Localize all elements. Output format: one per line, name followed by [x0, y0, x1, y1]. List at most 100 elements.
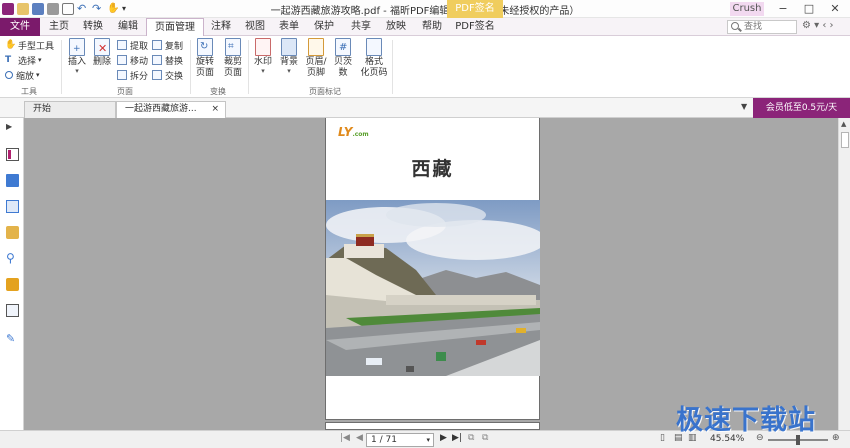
previous-view-icon[interactable]: ⧉ — [468, 433, 474, 443]
group-label-page-marks: 页面标记 — [309, 87, 341, 96]
pages-thumbnail-icon[interactable] — [6, 174, 19, 187]
replace-page-button[interactable]: 替换 — [152, 53, 183, 67]
tab-page-management[interactable]: 页面管理 — [146, 18, 204, 37]
attachments-icon[interactable]: ⚲ — [6, 252, 19, 265]
window-controls: − □ ✕ — [770, 0, 848, 18]
page-number-field[interactable]: 1 / 71 ▾ — [366, 433, 434, 447]
tab-comment[interactable]: 注释 — [206, 18, 236, 36]
header-footer-button[interactable]: 页眉/ 页脚 — [304, 38, 328, 79]
expand-panel-icon[interactable]: ▶ — [6, 122, 19, 135]
search-placeholder: 查找 — [744, 22, 763, 32]
tab-edit[interactable]: 编辑 — [113, 18, 143, 36]
watermark-button[interactable]: 水印 ▾ — [252, 38, 274, 75]
scroll-up-icon[interactable]: ▲ — [841, 120, 846, 128]
swap-page-button[interactable]: 交换 — [152, 68, 183, 82]
ribbon-separator — [392, 40, 393, 94]
page-heading: 西藏 — [411, 158, 454, 180]
next-page-icon[interactable]: ▶ — [440, 433, 447, 443]
delete-page-button[interactable]: ✕ 删除 — [91, 38, 113, 68]
next-view-icon[interactable]: ⧉ — [482, 433, 488, 443]
tab-view[interactable]: 视图 — [240, 18, 270, 36]
close-button[interactable]: ✕ — [822, 0, 848, 18]
select-text-icon: T — [5, 55, 12, 65]
first-page-icon[interactable]: |◀ — [340, 433, 350, 443]
group-label-page: 页面 — [117, 87, 133, 96]
site-logo: LY.com — [338, 125, 369, 139]
delete-page-icon: ✕ — [94, 38, 110, 56]
pdf-page: LY.com 西藏 — [325, 118, 540, 420]
tab-convert[interactable]: 转换 — [78, 18, 108, 36]
title-bar: ↶ ↷ ✋ ▾ 一起游西藏旅游攻略.pdf - 福昕PDF编辑器个人版（未经授权… — [0, 0, 850, 18]
security-lock-icon[interactable] — [6, 278, 19, 291]
group-label-transform: 变换 — [210, 87, 226, 96]
zoom-tool-button[interactable]: 缩放 ▾ — [5, 68, 40, 82]
search-input[interactable]: 查找 — [727, 20, 797, 34]
scrollbar-thumb[interactable] — [841, 132, 849, 148]
page-dropdown-icon[interactable]: ▾ — [426, 434, 430, 446]
extract-page-button[interactable]: 提取 — [117, 38, 148, 52]
hand-tool-button[interactable]: ✋ 手型工具 — [5, 38, 54, 52]
format-page-number-icon — [366, 38, 382, 56]
content-icon[interactable] — [6, 304, 19, 317]
zoom-slider[interactable] — [768, 435, 828, 445]
bates-number-button[interactable]: # 贝茨 数 — [332, 38, 354, 79]
pdf-sign-context-header: PDF签名 — [447, 0, 503, 18]
tab-start[interactable]: 开始 — [24, 101, 116, 118]
menu-extra-controls[interactable]: ⚙ ▾ ‹ › — [802, 20, 834, 31]
layers-icon[interactable] — [6, 200, 19, 213]
background-button[interactable]: 背景 ▾ — [278, 38, 300, 75]
next-pdf-page — [325, 422, 540, 430]
navigation-panel: ▶ ⚲ ✎ — [0, 118, 24, 430]
ribbon-separator — [248, 40, 249, 94]
tab-file[interactable]: 文件 — [0, 18, 40, 36]
maximize-button[interactable]: □ — [796, 0, 822, 18]
format-page-number-button[interactable]: 格式 化页码 — [360, 38, 388, 79]
move-page-button[interactable]: 移动 — [117, 53, 148, 67]
document-tab-strip: 开始 一起游西藏旅游... × ▼ 会员低至0.5元/天 — [0, 98, 850, 118]
user-account-button[interactable]: Crush — [730, 2, 764, 16]
extract-icon — [117, 40, 127, 50]
replace-icon — [152, 55, 162, 65]
zoom-in-icon[interactable]: ⊕ — [832, 433, 840, 443]
signature-icon[interactable]: ✎ — [6, 332, 19, 345]
ribbon-tab-bar: 文件 主页 转换 编辑 页面管理 注释 视图 表单 保护 共享 放映 帮助 PD… — [0, 18, 850, 37]
comments-icon[interactable] — [6, 226, 19, 239]
copy-icon — [152, 40, 162, 50]
potala-palace-photo — [326, 200, 540, 376]
hand-icon: ✋ — [5, 40, 17, 50]
tab-pdf-sign[interactable]: PDF签名 — [450, 18, 500, 36]
previous-page-icon[interactable]: ◀ — [356, 433, 363, 443]
split-page-button[interactable]: 拆分 — [117, 68, 148, 82]
site-watermark: 极速下载站 — [676, 405, 816, 436]
tab-slideshow[interactable]: 放映 — [381, 18, 411, 36]
tab-help[interactable]: 帮助 — [417, 18, 447, 36]
ribbon-panel: ✋ 手型工具 T 选择 ▾ 缩放 ▾ 工具 + 插入 ▾ ✕ 删除 提取 移动 拆分 … — [0, 36, 850, 98]
move-icon — [117, 55, 127, 65]
crop-icon: ⌗ — [225, 38, 241, 56]
close-tab-icon[interactable]: × — [211, 102, 219, 117]
window-title: 一起游西藏旅游攻略.pdf - 福昕PDF编辑器个人版（未经授权的产品） — [270, 6, 580, 17]
insert-page-icon: + — [69, 38, 85, 56]
tab-protect[interactable]: 保护 — [309, 18, 339, 36]
bookmark-icon[interactable] — [6, 148, 19, 161]
membership-promo-banner[interactable]: 会员低至0.5元/天 — [753, 98, 850, 118]
last-page-icon[interactable]: ▶| — [452, 433, 462, 443]
tab-list-dropdown-icon[interactable]: ▼ — [741, 102, 747, 111]
ribbon-separator — [61, 40, 62, 94]
document-view[interactable]: LY.com 西藏 — [24, 118, 838, 430]
ribbon-separator — [190, 40, 191, 94]
tab-form[interactable]: 表单 — [274, 18, 304, 36]
minimize-button[interactable]: − — [770, 0, 796, 18]
single-page-view-icon[interactable]: ▯ — [660, 433, 665, 443]
bates-number-icon: # — [335, 38, 351, 56]
rotate-page-button[interactable]: ↻ 旋转 页面 — [194, 38, 216, 79]
select-tool-button[interactable]: T 选择 ▾ — [5, 53, 42, 67]
tab-share[interactable]: 共享 — [346, 18, 376, 36]
copy-page-button[interactable]: 复制 — [152, 38, 183, 52]
crop-page-button[interactable]: ⌗ 裁剪 页面 — [222, 38, 244, 79]
tab-document[interactable]: 一起游西藏旅游... × — [116, 101, 226, 118]
vertical-scrollbar[interactable]: ▲ — [838, 118, 850, 430]
insert-page-button[interactable]: + 插入 ▾ — [66, 38, 88, 75]
tab-home[interactable]: 主页 — [44, 18, 74, 36]
header-footer-icon — [308, 38, 324, 56]
